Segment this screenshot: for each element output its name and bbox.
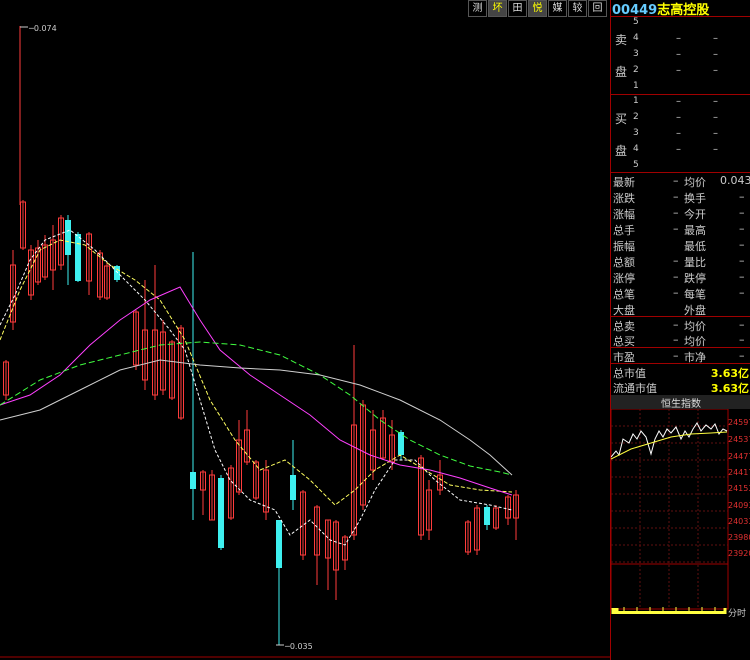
index-panel-title[interactable]: 恒生指数	[611, 395, 750, 410]
buy-level: 1	[633, 96, 639, 106]
moving-average-line	[0, 359, 513, 476]
index-level: 23920	[728, 549, 750, 558]
index-level: 24033	[728, 517, 750, 526]
moving-average-line	[0, 341, 513, 476]
quote-row: 总额 – 量比 –	[613, 254, 745, 269]
index-level: 24597	[728, 418, 750, 427]
quote-row: 总笔 – 每笔 –	[613, 286, 745, 301]
sell-level: 1	[633, 81, 639, 91]
buy-volume: –	[713, 96, 718, 107]
toolbar: 测 坏 田 悦 媒 较 回	[468, 0, 608, 17]
toolbar-button-3[interactable]: 田	[508, 0, 527, 17]
quote-row: 大盘 外盘	[613, 304, 706, 317]
candle-body	[218, 478, 224, 548]
buy-level: 5	[633, 160, 639, 170]
toolbar-button-5[interactable]: 媒	[548, 0, 567, 17]
candle-body	[484, 507, 490, 525]
buy-volume: –	[713, 128, 718, 139]
candle-body	[65, 220, 71, 255]
buy-price: –	[676, 144, 681, 155]
index-level: 23980	[728, 533, 750, 542]
kline-chart[interactable]: ─0.074 ─0.035	[0, 0, 610, 660]
divider	[611, 363, 750, 364]
quote-row: 振幅 最低 –	[613, 238, 745, 253]
buy-level: 2	[633, 112, 639, 122]
quote-row: 涨停 – 跌停 –	[613, 270, 745, 285]
sell-level: 2	[633, 65, 639, 75]
sell-label-top: 卖	[615, 33, 628, 47]
sell-volume: –	[713, 33, 718, 44]
buy-label-top: 买	[615, 112, 628, 126]
buy-price: –	[676, 128, 681, 139]
sell-book: 卖 盘 5 4 3 2 1 – – – – – –	[611, 17, 750, 94]
intraday-label: 分时	[728, 609, 747, 619]
divider	[611, 347, 750, 348]
quote-row: 涨幅 – 今开 –	[613, 206, 745, 221]
sell-label-bottom: 盘	[615, 65, 628, 79]
price-high-label: ─0.074	[28, 24, 57, 33]
candle-body	[75, 234, 81, 281]
buy-level: 3	[633, 128, 639, 138]
price-low-label: ─0.035	[284, 642, 313, 651]
candle-body	[276, 520, 282, 568]
divider	[611, 172, 750, 173]
buy-level: 4	[633, 144, 639, 154]
divider	[611, 94, 750, 95]
divider	[611, 316, 750, 317]
buy-price: –	[676, 96, 681, 107]
buy-price: –	[676, 112, 681, 123]
index-level: 24153	[728, 484, 750, 493]
buy-volume: –	[713, 112, 718, 123]
sell-volume: –	[713, 65, 718, 76]
buy-volume: –	[713, 144, 718, 155]
index-price-line	[611, 422, 728, 458]
sell-level: 3	[633, 49, 639, 59]
candle-body	[290, 475, 296, 500]
quote-panel: 卖 盘 5 4 3 2 1 – – – – – – 买 盘 1 2 3 4 5 …	[610, 0, 750, 660]
toolbar-button-6[interactable]: 较	[568, 0, 587, 17]
quote-row: 总卖 – 均价 –	[613, 318, 745, 333]
quote-row: 涨跌 – 换手 –	[613, 190, 745, 205]
index-level: 24093	[728, 501, 750, 510]
index-level: 24537	[728, 435, 750, 444]
sell-volume: –	[713, 49, 718, 60]
quote-row: 总买 – 均价 –	[613, 333, 745, 348]
sell-level: 5	[633, 17, 639, 27]
candle-body	[114, 266, 120, 280]
quote-row: 最新 – 均价 0.043	[613, 174, 750, 189]
sell-price: –	[676, 33, 681, 44]
toolbar-button-2[interactable]: 坏	[488, 0, 507, 17]
quote-row: 市盈 – 市净 –	[613, 349, 745, 364]
quote-row: 总手 – 最高 –	[613, 222, 745, 237]
index-level: 24417	[728, 468, 750, 477]
sell-level: 4	[633, 33, 639, 43]
toolbar-button-7[interactable]: 回	[588, 0, 607, 17]
toolbar-button-4[interactable]: 悦	[528, 0, 547, 17]
buy-label-bottom: 盘	[615, 144, 628, 158]
candle-body	[190, 472, 196, 489]
buy-book: 买 盘 1 2 3 4 5 – – – – – – – –	[611, 96, 750, 173]
sell-price: –	[676, 49, 681, 60]
index-level: 24477	[728, 452, 750, 461]
toolbar-button-1[interactable]: 测	[468, 0, 487, 17]
sell-price: –	[676, 65, 681, 76]
